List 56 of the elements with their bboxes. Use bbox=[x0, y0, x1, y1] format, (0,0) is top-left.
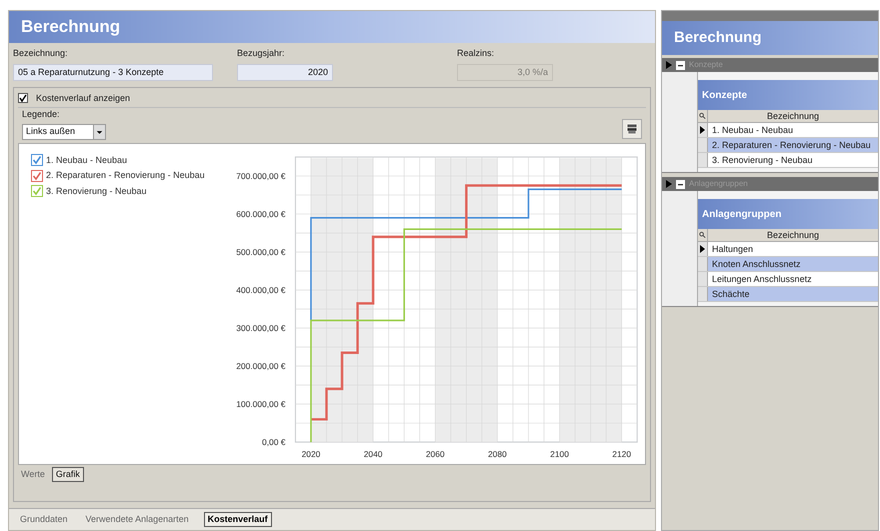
input-field[interactable]: 2020 bbox=[237, 64, 333, 80]
print-button[interactable] bbox=[622, 118, 642, 138]
field-label: Realzins: bbox=[457, 47, 496, 60]
grid-row[interactable]: Leitungen Anschlussnetz bbox=[708, 272, 878, 286]
y-tick-label: 200.000,00 € bbox=[236, 360, 286, 371]
collapse-icon[interactable] bbox=[676, 180, 685, 188]
x-tick-label: 2060 bbox=[426, 448, 444, 459]
bottom-tab[interactable]: Verwendete Anlagenarten bbox=[82, 512, 192, 527]
legend-item: 3. Renovierung - Neubau bbox=[46, 184, 147, 198]
legend-select[interactable]: Links außen bbox=[22, 124, 106, 140]
legend-label: Legende: bbox=[22, 108, 61, 121]
legend-item: 1. Neubau - Neubau bbox=[46, 154, 128, 166]
y-tick-label: 500.000,00 € bbox=[236, 246, 286, 256]
checkbox-label: Kostenverlauf anzeigen bbox=[36, 92, 130, 105]
legend-item: 2. Reparaturen - Renovierung - Neubau bbox=[46, 169, 205, 182]
view-tab[interactable]: Grafik bbox=[52, 467, 84, 482]
row-indicator[interactable] bbox=[698, 123, 708, 137]
y-tick-label: 400.000,00 € bbox=[236, 284, 286, 295]
row-pointer-icon bbox=[700, 126, 705, 134]
y-tick-label: 600.000,00 € bbox=[236, 208, 286, 218]
collapse-icon[interactable] bbox=[676, 60, 685, 70]
checkbox[interactable] bbox=[31, 170, 43, 182]
y-tick-label: 700.000,00 € bbox=[236, 170, 286, 180]
view-tab[interactable]: Werte bbox=[18, 467, 48, 482]
grid-row[interactable]: Schächte bbox=[708, 287, 878, 301]
bottom-tab[interactable]: Kostenverlauf bbox=[204, 512, 272, 527]
search-icon[interactable] bbox=[698, 229, 708, 241]
row-pointer-icon bbox=[666, 61, 672, 69]
grid-row[interactable]: 1. Neubau - Neubau bbox=[708, 123, 878, 137]
row-indicator[interactable] bbox=[698, 242, 708, 256]
checkbox[interactable] bbox=[18, 93, 28, 104]
search-icon[interactable] bbox=[698, 110, 708, 122]
x-tick-label: 2080 bbox=[488, 448, 507, 459]
bottom-tab[interactable]: Grunddaten bbox=[17, 512, 71, 527]
grid-row[interactable]: Knoten Anschlussnetz bbox=[708, 257, 878, 271]
field-label: Bezugsjahr: bbox=[237, 47, 286, 60]
title-bar: Berechnung bbox=[9, 11, 655, 43]
y-tick-label: 0,00 € bbox=[262, 436, 286, 447]
grid-row[interactable]: 3. Renovierung - Neubau bbox=[708, 153, 878, 167]
grid-row[interactable]: 2. Reparaturen - Renovierung - Neubau bbox=[708, 138, 878, 152]
y-tick-label: 300.000,00 € bbox=[236, 322, 286, 333]
checkbox[interactable] bbox=[31, 185, 43, 198]
x-tick-label: 2020 bbox=[301, 448, 320, 459]
row-pointer-icon bbox=[666, 180, 672, 188]
grid-title: Anlagengruppen bbox=[698, 199, 878, 229]
x-tick-label: 2040 bbox=[364, 448, 382, 459]
field-label: Bezeichnung: bbox=[13, 47, 69, 60]
checkbox[interactable] bbox=[31, 154, 43, 166]
x-tick-label: 2120 bbox=[612, 448, 631, 459]
input-field[interactable]: 05 a Reparaturnutzung - 3 Konzepte bbox=[13, 64, 213, 80]
grid-title: Konzepte bbox=[698, 80, 878, 110]
y-tick-label: 100.000,00 € bbox=[236, 398, 286, 409]
grid-row[interactable]: Haltungen bbox=[708, 242, 878, 256]
panel-title: Berechnung bbox=[662, 21, 878, 55]
x-tick-label: 2100 bbox=[550, 448, 569, 459]
row-pointer-icon bbox=[700, 245, 705, 253]
